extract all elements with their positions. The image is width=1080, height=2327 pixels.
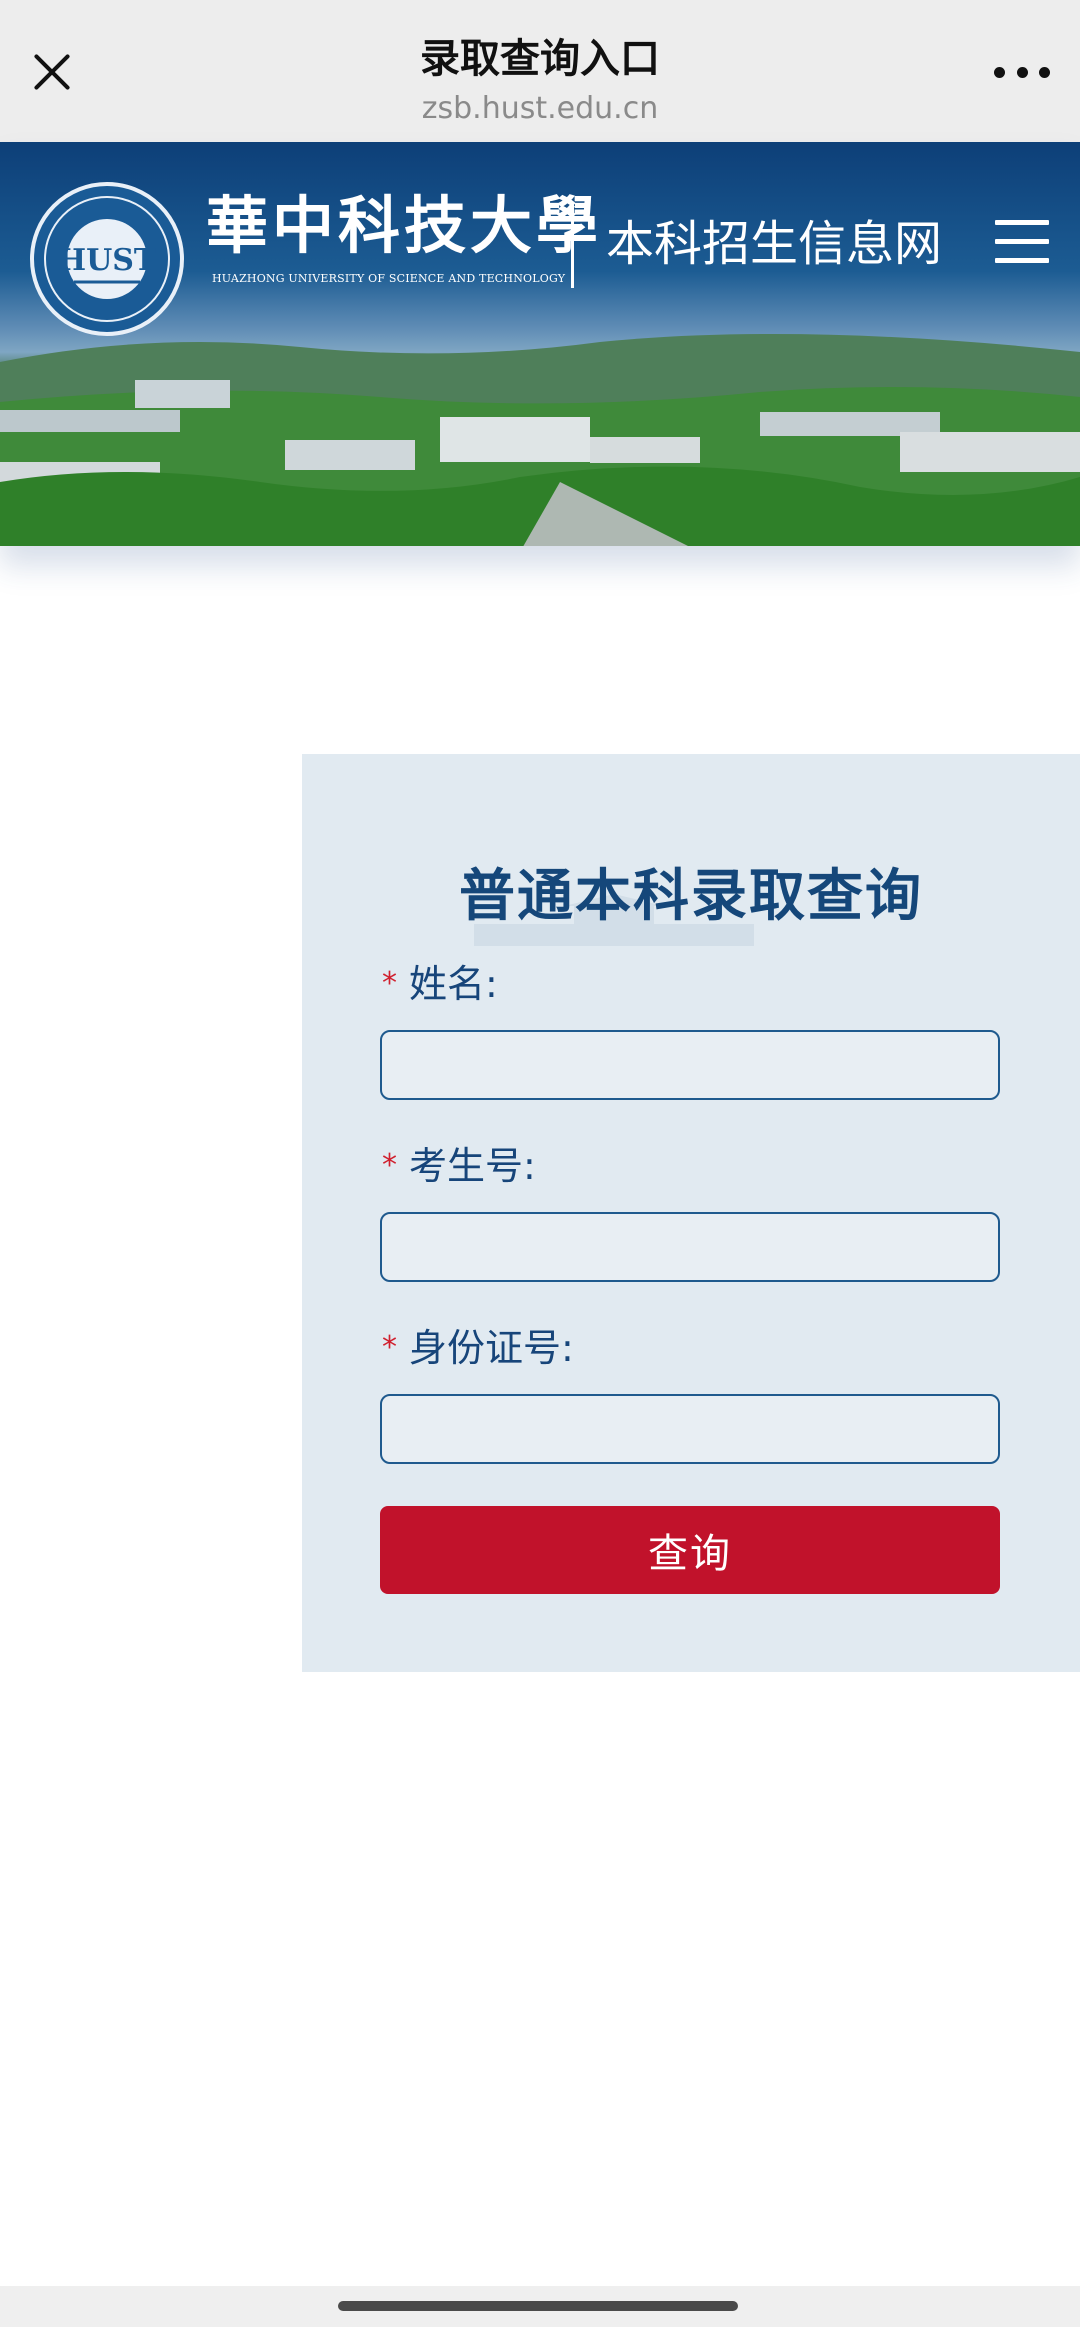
name-label-text: 姓名: [409, 962, 498, 1006]
candidate-number-input[interactable] [380, 1212, 1000, 1282]
id-number-input[interactable] [380, 1394, 1000, 1464]
required-mark: * [382, 1330, 397, 1365]
browser-top-bar: 录取查询入口 zsb.hust.edu.cn [0, 0, 1080, 142]
id-number-field-label: * 身份证号: [382, 1324, 574, 1372]
admission-query-card: 普通本科录取查询 * 姓名: * 考生号: * 身份证号: 查询 [302, 754, 1080, 1672]
page-title: 录取查询入口 [420, 36, 660, 82]
name-field-label: * 姓名: [382, 960, 498, 1008]
home-indicator[interactable] [338, 2301, 738, 2311]
form-title: 普通本科录取查询 [459, 864, 923, 929]
candidate-number-field-label: * 考生号: [382, 1142, 536, 1190]
university-name-en: HUAZHONG UNIVERSITY OF SCIENCE AND TECHN… [212, 272, 566, 285]
required-mark: * [382, 966, 397, 1001]
query-submit-button[interactable]: 查询 [380, 1506, 1000, 1594]
id-number-label-text: 身份证号: [409, 1326, 574, 1370]
university-seal-logo[interactable]: HUST [30, 182, 184, 336]
bottom-bar [0, 2286, 1080, 2327]
hamburger-menu-icon[interactable] [995, 220, 1049, 264]
candidate-number-label-text: 考生号: [409, 1144, 536, 1188]
more-dot [1016, 66, 1028, 78]
site-name: 本科招生信息网 [606, 216, 943, 272]
university-name-cn: 華中科技大學 [206, 189, 603, 262]
required-mark: * [382, 1148, 397, 1183]
logo-divider [571, 204, 574, 288]
more-icon[interactable] [994, 62, 1050, 82]
site-banner: HUST 華中科技大學 HUAZHONG UNIVERSITY OF SCIEN… [0, 142, 1080, 546]
page-url: zsb.hust.edu.cn [421, 91, 659, 126]
svg-text:HUST: HUST [58, 243, 157, 278]
menu-line [995, 258, 1049, 263]
more-dot [1039, 66, 1050, 78]
menu-line [995, 239, 1049, 244]
menu-line [995, 220, 1049, 225]
name-input[interactable] [380, 1030, 1000, 1100]
more-dot [994, 66, 1005, 78]
